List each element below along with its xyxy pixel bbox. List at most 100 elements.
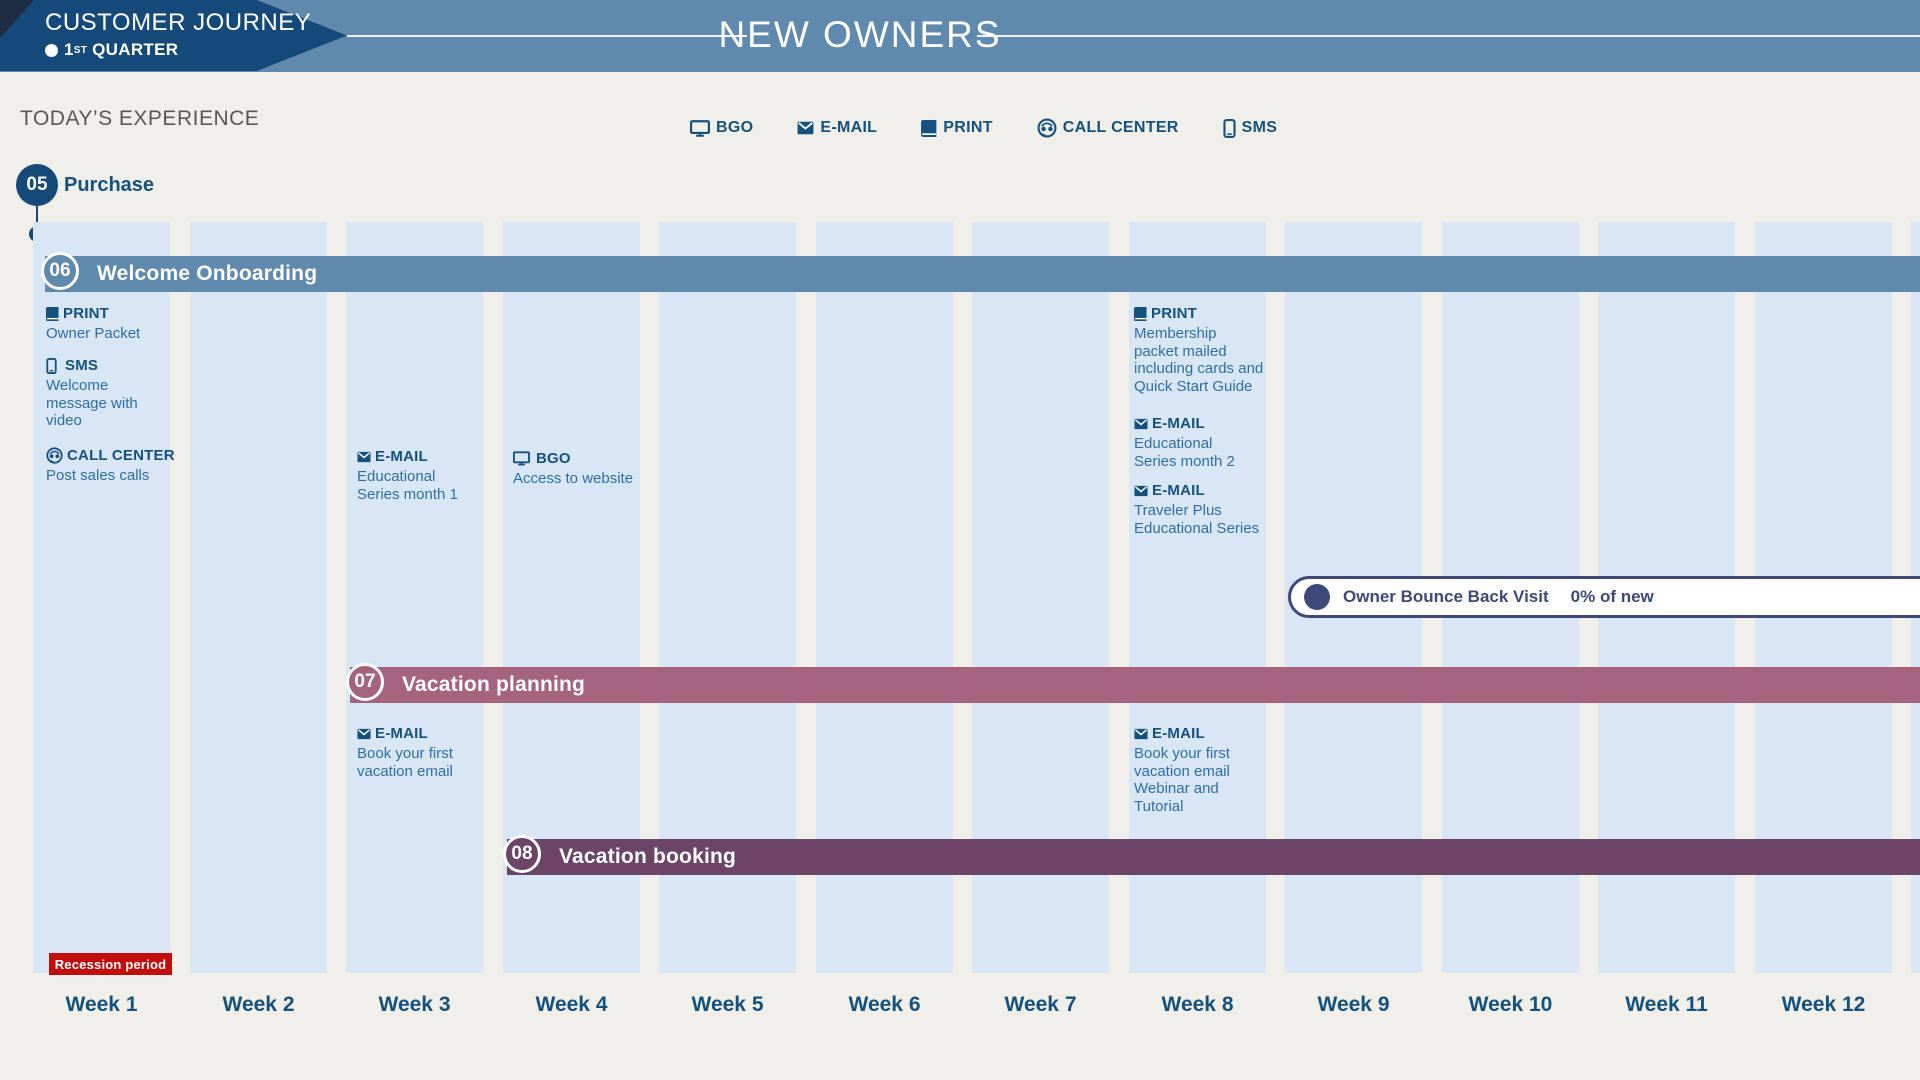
touchpoint-text: Book your first vacation email [357, 745, 465, 780]
book-icon [46, 307, 59, 321]
touchpoint-channel: SMS [46, 357, 150, 374]
touchpoint-text: Traveler Plus Educational Series [1134, 502, 1264, 537]
phase-07-circle: 07 [346, 663, 384, 701]
touchpoint-channel: E-MAIL [357, 448, 469, 465]
callout-value: 0% of new [1571, 587, 1654, 607]
recession-period-badge: Recession period [49, 953, 172, 975]
channel-label: CALL CENTER [67, 447, 175, 464]
channel-label: E-MAIL [1152, 415, 1205, 432]
callout-dot-icon [1304, 584, 1330, 610]
book-icon [921, 120, 937, 137]
touchpoint-wk3-email: E-MAIL Educational Series month 1 [357, 448, 469, 503]
touchpoint-text: Membership packet mailed including cards… [1134, 325, 1264, 395]
ribbon-subtitle: 1ST QUARTER [45, 40, 178, 60]
ribbon-title: CUSTOMER JOURNEY [45, 9, 311, 37]
week-column-3 [346, 222, 483, 973]
legend-item-sms: SMS [1223, 119, 1278, 138]
milestone-05-circle: 05 [16, 164, 58, 206]
week-label-7: Week 7 [972, 993, 1109, 1017]
touchpoint-wk4-bgo: BGO Access to website [513, 450, 641, 488]
legend-label: E-MAIL [820, 119, 877, 137]
week-label-4: Week 4 [503, 993, 640, 1017]
bullet-icon [45, 44, 58, 57]
week-label-1: Week 1 [33, 993, 170, 1017]
week-column-2 [190, 222, 327, 973]
phase-08-circle: 08 [503, 835, 541, 873]
channel-label: PRINT [1151, 305, 1197, 322]
quarter-suffix: ST [74, 45, 87, 56]
touchpoint-channel: E-MAIL [1134, 482, 1264, 499]
envelope-icon [1134, 728, 1148, 740]
banner-divider-right [977, 35, 1920, 37]
week-label-11: Week 11 [1598, 993, 1735, 1017]
book-icon [1134, 307, 1147, 321]
channel-label: PRINT [63, 305, 109, 322]
envelope-icon [1134, 418, 1148, 430]
touchpoint-channel: E-MAIL [1134, 415, 1246, 432]
touchpoint-channel: E-MAIL [357, 725, 465, 742]
quarter-word: QUARTER [92, 40, 178, 60]
touchpoint-wk8-email-2: E-MAIL Educational Series month 2 [1134, 415, 1246, 470]
phase-label: Vacation planning [350, 673, 585, 697]
channel-label: E-MAIL [1152, 725, 1205, 742]
touchpoint-wk8-vacation-email: E-MAIL Book your first vacation email We… [1134, 725, 1242, 815]
section-label: TODAY’S EXPERIENCE [20, 107, 259, 131]
touchpoint-wk1-call-center: CALL CENTER Post sales calls [46, 447, 178, 485]
week-label-8: Week 8 [1129, 993, 1266, 1017]
channel-label: E-MAIL [375, 725, 428, 742]
week-label-3: Week 3 [346, 993, 483, 1017]
phase-label: Vacation booking [507, 845, 736, 869]
page-title: NEW OWNERS [660, 14, 1060, 56]
touchpoint-wk8-print: PRINT Membership packet mailed including… [1134, 305, 1264, 395]
monitor-icon [513, 451, 530, 466]
touchpoint-wk1-print: PRINT Owner Packet [46, 305, 176, 343]
week-label-6: Week 6 [816, 993, 953, 1017]
milestone-05-label: Purchase [64, 174, 154, 197]
owner-bounce-back-callout: Owner Bounce Back Visit 0% of new [1288, 576, 1920, 618]
touchpoint-wk3-vacation-email: E-MAIL Book your first vacation email [357, 725, 465, 780]
week-label-9: Week 9 [1285, 993, 1422, 1017]
week-label-5: Week 5 [659, 993, 796, 1017]
week-label-2: Week 2 [190, 993, 327, 1017]
monitor-icon [690, 120, 710, 137]
mobile-phone-icon [46, 358, 57, 374]
touchpoint-text: Book your first vacation email Webinar a… [1134, 745, 1242, 815]
touchpoint-text: Educational Series month 1 [357, 468, 469, 503]
touchpoint-text: Post sales calls [46, 467, 178, 485]
phase-label: Welcome Onboarding [45, 262, 317, 286]
touchpoint-channel: BGO [513, 450, 641, 467]
channel-label: SMS [65, 357, 98, 374]
headset-icon [1037, 118, 1057, 138]
touchpoint-channel: PRINT [1134, 305, 1264, 322]
mobile-phone-icon [1223, 119, 1236, 138]
phase-bar-welcome-onboarding: Welcome Onboarding [45, 256, 1920, 292]
week-label-12: Week 12 [1755, 993, 1892, 1017]
legend-label: BGO [716, 119, 753, 137]
channel-label: E-MAIL [375, 448, 428, 465]
channel-legend: BGO E-MAIL PRINT CALL CENTER SMS [690, 118, 1277, 138]
touchpoint-channel: PRINT [46, 305, 176, 322]
touchpoint-text: Welcome message with video [46, 377, 150, 430]
touchpoint-text: Access to website [513, 470, 641, 488]
callout-label: Owner Bounce Back Visit [1343, 587, 1549, 607]
quarter-number: 1 [64, 40, 74, 60]
headset-icon [46, 447, 63, 464]
touchpoint-wk8-email-3: E-MAIL Traveler Plus Educational Series [1134, 482, 1264, 537]
legend-item-bgo: BGO [690, 119, 753, 137]
legend-item-call-center: CALL CENTER [1037, 118, 1179, 138]
legend-item-email: E-MAIL [797, 119, 877, 137]
customer-journey-map: NEW OWNERS CUSTOMER JOURNEY 1ST QUARTER … [0, 0, 1920, 1080]
channel-label: E-MAIL [1152, 482, 1205, 499]
envelope-icon [357, 451, 371, 463]
touchpoint-channel: E-MAIL [1134, 725, 1242, 742]
envelope-icon [1134, 485, 1148, 497]
channel-label: BGO [536, 450, 571, 467]
touchpoint-text: Educational Series month 2 [1134, 435, 1246, 470]
legend-label: SMS [1242, 119, 1278, 137]
touchpoint-wk1-sms: SMS Welcome message with video [46, 357, 150, 430]
touchpoint-channel: CALL CENTER [46, 447, 178, 464]
phase-06-circle: 06 [41, 252, 79, 290]
phase-bar-vacation-booking: Vacation booking [507, 839, 1920, 875]
legend-label: CALL CENTER [1063, 119, 1179, 137]
week-label-10: Week 10 [1442, 993, 1579, 1017]
